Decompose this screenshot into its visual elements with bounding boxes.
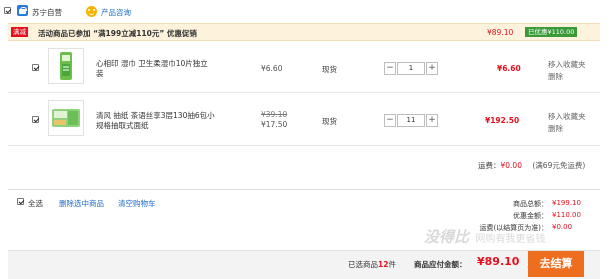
promo-text: 活动商品已参加 “满199立减110元” 优惠促销 <box>38 29 197 38</box>
promo-tag: 满减 <box>11 27 28 37</box>
shop-checkbox[interactable] <box>4 7 11 14</box>
quantity-stepper[interactable]: − 1 + <box>384 62 439 75</box>
quantity-input[interactable]: 11 <box>397 114 425 127</box>
product-name-line1[interactable]: 心相印 湿巾 卫生柔湿巾10片独立 <box>96 59 216 69</box>
decrease-button[interactable]: − <box>384 62 396 75</box>
item-subtotal: ¥6.60 <box>497 64 521 73</box>
product-name[interactable]: 清风 抽纸 茶语丝享3层130抽6包小 规格抽取式面纸 <box>96 111 216 131</box>
quantity-input[interactable]: 1 <box>397 62 425 75</box>
smiley-icon[interactable] <box>86 6 97 17</box>
move-to-favorites-link[interactable]: 移入收藏夹 <box>548 59 586 71</box>
discount-value: ¥110.00 <box>552 211 581 219</box>
goods-total-value: ¥199.10 <box>552 199 581 207</box>
goods-total-label: 商品总额： <box>513 200 548 208</box>
watermark-slogan: 网购有我更省钱 <box>475 234 546 245</box>
select-all-label[interactable]: 全选 <box>28 198 43 209</box>
item-actions: 移入收藏夹 删除 <box>548 59 586 83</box>
decrease-button[interactable]: − <box>384 114 396 127</box>
move-to-favorites-link[interactable]: 移入收藏夹 <box>548 111 586 123</box>
shop-bag-icon <box>17 5 28 16</box>
clear-cart-link[interactable]: 清空购物车 <box>118 198 156 209</box>
checkout-button[interactable]: 去结算 <box>528 251 584 277</box>
quantity-stepper[interactable]: − 11 + <box>384 114 439 127</box>
shipping-value: ¥0.00 <box>500 161 522 170</box>
selected-count: 12 <box>378 260 389 269</box>
wet-wipes-image <box>60 52 72 80</box>
selected-suffix: 件 <box>388 260 396 269</box>
product-thumbnail[interactable] <box>48 48 84 84</box>
promo-total: ¥89.10 <box>487 28 514 37</box>
stock-status: 现货 <box>322 65 337 74</box>
watermark-brand: 没得比 <box>424 228 470 246</box>
freight-value: ¥0.00 <box>552 223 573 231</box>
shipping-row: 运费：¥0.00 (满69元免运费) <box>478 160 585 171</box>
delete-link[interactable]: 删除 <box>548 123 586 135</box>
payable-label: 商品应付金额： <box>414 260 467 269</box>
product-name-line2[interactable]: 规格抽取式面纸 <box>96 121 216 131</box>
product-name-line1[interactable]: 清风 抽纸 茶语丝享3层130抽6包小 <box>96 111 216 121</box>
saved-badge: 已优惠¥110.00 <box>525 27 578 37</box>
product-thumbnail[interactable] <box>48 100 84 136</box>
item-actions: 移入收藏夹 删除 <box>548 111 586 135</box>
delete-link[interactable]: 删除 <box>548 71 586 83</box>
consult-link[interactable]: 产品咨询 <box>101 7 131 18</box>
payable-value: ¥89.10 <box>477 255 520 268</box>
item-checkbox[interactable] <box>32 116 39 123</box>
product-name[interactable]: 心相印 湿巾 卫生柔湿巾10片独立 装 <box>96 59 216 79</box>
product-name-line2[interactable]: 装 <box>96 69 216 79</box>
tissue-pack-image <box>52 109 80 127</box>
increase-button[interactable]: + <box>426 114 438 127</box>
shop-name[interactable]: 苏宁自营 <box>32 7 62 18</box>
select-all-checkbox[interactable] <box>17 198 24 205</box>
discount-label: 优惠金额： <box>513 212 548 220</box>
selected-count-text: 已选商品12件 <box>348 259 396 270</box>
selected-prefix: 已选商品 <box>348 260 378 269</box>
original-price: ¥39.10 <box>261 110 288 119</box>
item-subtotal: ¥192.50 <box>485 116 520 125</box>
unit-price: ¥6.60 <box>261 64 283 73</box>
shipping-note: (满69元免运费) <box>532 161 586 170</box>
increase-button[interactable]: + <box>426 62 438 75</box>
delete-selected-link[interactable]: 删除选中商品 <box>59 198 104 209</box>
item-checkbox[interactable] <box>32 64 39 71</box>
stock-status: 现货 <box>322 117 337 126</box>
unit-price: ¥17.50 <box>261 120 288 129</box>
shipping-label: 运费： <box>478 161 501 170</box>
watermark: 没得比 网购有我更省钱 <box>424 226 545 247</box>
